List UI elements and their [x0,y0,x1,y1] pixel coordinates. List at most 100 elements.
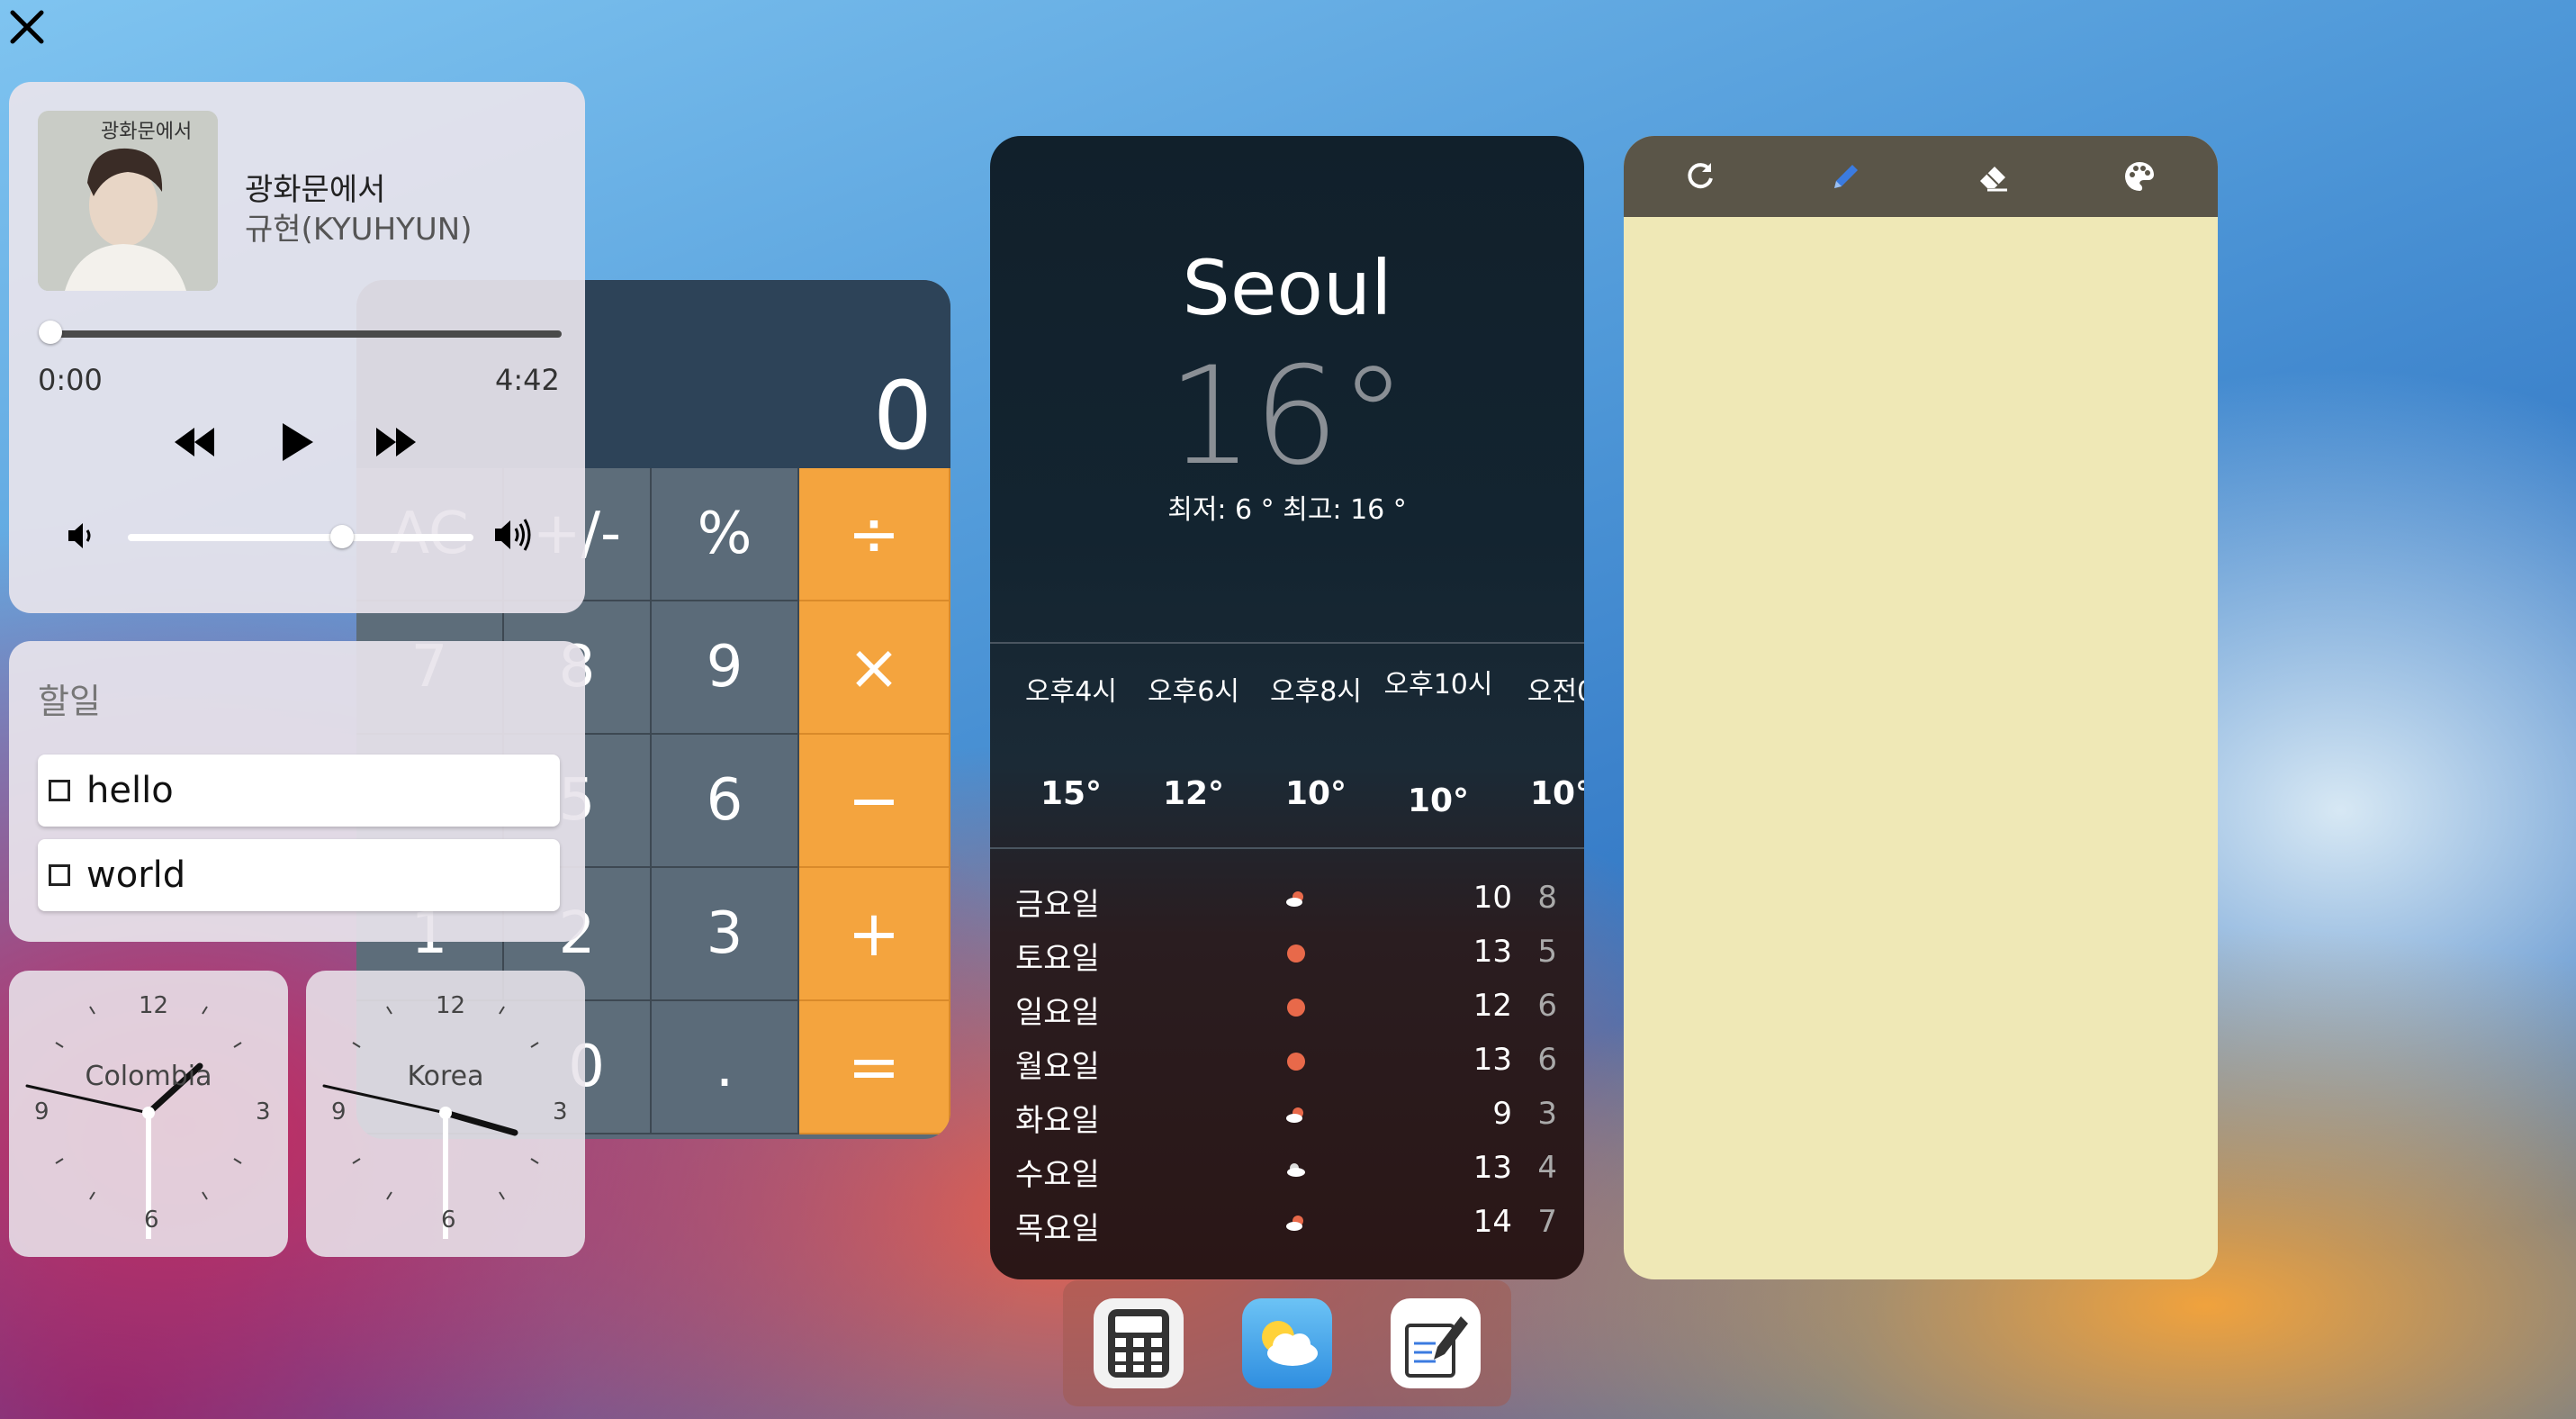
memo-canvas[interactable] [1624,217,2218,1279]
clock-widget-colombia: 12 3 6 9 Colombia [9,971,288,1257]
hourly-temp: 15° [1040,775,1103,812]
rewind-icon[interactable] [167,415,221,469]
calculator-app-icon[interactable] [1094,1298,1184,1388]
daily-low: 7 [1537,1204,1557,1240]
calc-3-button[interactable]: 3 [652,868,799,1001]
daily-day: 금요일 [1015,887,1100,923]
pencil-icon[interactable] [1824,154,1869,199]
weather-app-icon[interactable] [1242,1298,1332,1388]
daily-high: 13 [1473,934,1512,970]
daily-day: 수요일 [1015,1157,1100,1193]
clock-number-6: 6 [144,1207,159,1234]
hourly-temp: 10° [1529,775,1584,812]
weather-city: Seoul [1182,244,1392,332]
clock-widget-korea: 12 3 6 9 Korea [306,971,585,1257]
weather-temperature: 16° [1167,339,1407,495]
daily-day: 목요일 [1015,1211,1100,1247]
checkbox[interactable] [49,780,70,801]
cloud-icon [1287,1163,1305,1177]
memo-app-icon[interactable] [1391,1298,1481,1388]
partly-cloudy-icon [1286,1107,1303,1123]
memo-widget [1624,136,2218,1279]
calc-6-button[interactable]: 6 [652,735,799,868]
calc-multiply-button[interactable]: × [799,601,950,735]
sun-icon [1287,944,1305,963]
calc-minus-button[interactable]: − [799,735,950,868]
clock-label: Colombia [85,1061,212,1092]
svg-text:광화문에서: 광화문에서 [101,121,192,143]
calc-divide-button[interactable]: ÷ [799,468,950,601]
weather-min-max: 최저: 6 ° 최고: 16 ° [1167,494,1407,526]
divider [990,642,1584,644]
daily-low: 8 [1537,880,1557,916]
daily-low: 5 [1537,934,1557,970]
hourly-time: 오후8시 [1270,676,1362,708]
hourly-time: 오전0 [1527,676,1584,708]
todo-item-text: world [86,854,186,896]
daily-day: 토요일 [1015,941,1100,977]
volume-slider[interactable] [128,534,473,541]
partly-cloudy-icon [1286,1216,1303,1231]
clock-number-12: 12 [139,992,169,1019]
daily-high: 9 [1492,1096,1512,1132]
clock-number-6: 6 [441,1207,456,1234]
weather-widget: Seoul 16° 최저: 6 ° 최고: 16 ° 오후4시 오후6시 오후8… [990,136,1584,1279]
refresh-icon[interactable] [1678,154,1723,199]
calculator-value: 0 [872,361,932,471]
daily-day: 일요일 [1015,995,1100,1031]
daily-day: 월요일 [1015,1049,1100,1085]
calc-percent-button[interactable]: % [652,468,799,601]
daily-high: 14 [1473,1204,1512,1240]
todo-widget: 할일 hello world [9,641,585,942]
daily-low: 4 [1537,1150,1557,1186]
hourly-time: 오후4시 [1025,676,1117,708]
daily-high: 13 [1473,1042,1512,1078]
dock [1063,1280,1511,1406]
calc-equals-button[interactable]: = [799,1001,950,1134]
hourly-time: 오후6시 [1148,676,1239,708]
volume-knob[interactable] [330,525,355,548]
daily-low: 6 [1537,988,1557,1024]
volume-low-icon [65,520,97,556]
album-art: 광화문에서 [38,111,218,291]
todo-title: 할일 [38,682,101,721]
clock-number-9: 9 [331,1098,347,1125]
progress-bar[interactable] [50,330,562,338]
clock-label: Korea [407,1061,484,1092]
eraser-icon[interactable] [1971,154,2016,199]
hourly-temp: 10° [1407,782,1470,819]
checkbox[interactable] [49,864,70,886]
daily-low: 6 [1537,1042,1557,1078]
daily-high: 12 [1473,988,1512,1024]
daily-high: 10 [1473,880,1512,916]
progress-knob[interactable] [39,321,62,344]
song-title: 광화문에서 [245,172,386,208]
todo-item[interactable]: hello [38,755,560,827]
calc-dot-button[interactable]: . [652,1001,799,1134]
clock-number-9: 9 [34,1098,50,1125]
fast-forward-icon[interactable] [369,415,423,469]
divider [990,847,1584,849]
hourly-temp: 10° [1284,775,1347,812]
daily-day: 화요일 [1015,1103,1100,1139]
calc-9-button[interactable]: 9 [652,601,799,735]
sun-icon [1287,999,1305,1017]
play-icon[interactable] [270,415,324,469]
clock-number-3: 3 [553,1098,568,1125]
hourly-time: 오후10시 [1383,669,1493,700]
todo-item[interactable]: world [38,839,560,911]
sun-icon [1287,1053,1305,1071]
song-artist: 규현(KYUHYUN) [245,212,473,248]
current-time: 0:00 [38,363,103,397]
close-icon[interactable] [7,7,47,47]
partly-cloudy-icon [1286,891,1303,907]
duration: 4:42 [495,363,560,397]
volume-high-icon [491,516,536,557]
calc-plus-button[interactable]: + [799,868,950,1001]
memo-toolbar [1624,136,2218,217]
daily-high: 13 [1473,1150,1512,1186]
clock-number-12: 12 [436,992,466,1019]
todo-item-text: hello [86,770,174,811]
clock-number-3: 3 [256,1098,271,1125]
palette-icon[interactable] [2117,154,2162,199]
